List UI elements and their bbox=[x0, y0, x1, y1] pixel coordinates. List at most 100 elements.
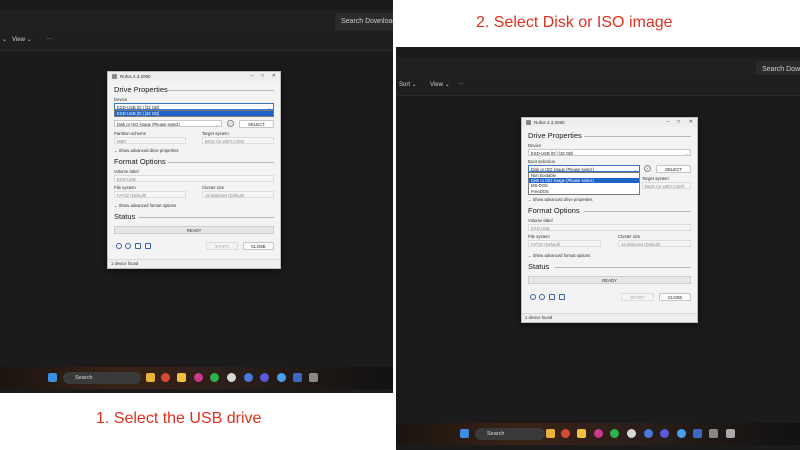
info-icon[interactable] bbox=[125, 243, 131, 249]
file-system-select[interactable]: FAT32 (Default) bbox=[528, 240, 601, 247]
boot-selection-label: Boot selection bbox=[528, 159, 555, 164]
app-icon[interactable] bbox=[260, 373, 269, 382]
toolbar-more-button[interactable]: ··· bbox=[46, 36, 52, 42]
toolbar-view-button[interactable]: View ⌄ bbox=[12, 36, 32, 43]
folder-icon[interactable] bbox=[177, 373, 186, 382]
log-icon[interactable] bbox=[145, 243, 151, 249]
select-button[interactable]: SELECT bbox=[239, 120, 274, 128]
file-system-select[interactable]: FAT32 (Default) bbox=[114, 191, 186, 198]
folder-icon[interactable] bbox=[577, 429, 586, 438]
log-icon[interactable] bbox=[559, 294, 565, 300]
file-explorer-icon[interactable] bbox=[546, 429, 555, 438]
show-advanced-format-toggle[interactable]: ⌄ Show advanced format options bbox=[114, 203, 176, 208]
verify-check-icon[interactable]: ✓ bbox=[644, 165, 651, 172]
chrome-icon[interactable] bbox=[561, 429, 570, 438]
app-icon[interactable] bbox=[644, 429, 653, 438]
target-system-select[interactable]: BIOS (or UEFI-CSM) bbox=[642, 182, 691, 189]
taskbar-search[interactable]: Search bbox=[475, 428, 545, 440]
device-select[interactable]: ESD-USB (D:) [32 GB] ⌄ bbox=[528, 149, 691, 156]
divider bbox=[554, 267, 691, 268]
explorer-toolbar: ⌄ View ⌄ ··· bbox=[0, 30, 393, 51]
app-icon[interactable] bbox=[660, 429, 669, 438]
volume-label-label: Volume label bbox=[114, 169, 139, 174]
boot-option[interactable]: FreeDOS bbox=[529, 189, 639, 194]
taskbar: Search bbox=[0, 367, 393, 389]
partition-scheme-select[interactable]: MBR bbox=[114, 137, 186, 144]
whatsapp-icon[interactable] bbox=[610, 429, 619, 438]
divider bbox=[168, 90, 274, 91]
close-icon[interactable]: ✕ bbox=[272, 73, 276, 79]
file-explorer-icon[interactable] bbox=[146, 373, 155, 382]
device-option[interactable]: ESD-USB (D:) [32 GB] bbox=[115, 111, 273, 117]
app-icon[interactable] bbox=[227, 373, 236, 382]
step2-caption: 2. Select Disk or ISO image bbox=[476, 14, 673, 31]
device-label: Device bbox=[114, 97, 128, 102]
chevron-down-icon: ⌄ bbox=[684, 151, 688, 156]
close-icon[interactable]: ✕ bbox=[689, 119, 693, 125]
cluster-size-label: Cluster size bbox=[618, 234, 641, 239]
close-button[interactable]: CLOSE bbox=[243, 242, 274, 250]
toolbar-more-button[interactable]: ··· bbox=[458, 81, 464, 87]
status-heading: Status bbox=[114, 212, 136, 221]
select-button[interactable]: SELECT bbox=[656, 165, 691, 173]
boot-selection-select[interactable]: Disk or ISO image (Please select) ⌄ bbox=[114, 120, 222, 127]
verify-check-icon[interactable]: ✓ bbox=[227, 120, 234, 127]
boot-dropdown-list[interactable]: Non bootable Disk or ISO image (Please s… bbox=[528, 172, 640, 195]
app-icon[interactable] bbox=[726, 429, 735, 438]
taskbar-search[interactable]: Search bbox=[63, 372, 141, 384]
cluster-size-select[interactable]: 16 kilobytes (Default) bbox=[202, 191, 274, 198]
chevron-down-icon: ⌄ bbox=[215, 122, 219, 127]
target-system-label: Target system bbox=[202, 131, 229, 136]
app-icon[interactable] bbox=[309, 373, 318, 382]
start-icon[interactable] bbox=[460, 429, 469, 438]
boot-selection-select[interactable]: Disk or ISO image (Please select) ⌄ bbox=[528, 165, 640, 172]
device-dropdown-list[interactable]: ESD-USB (D:) [32 GB] bbox=[114, 110, 274, 118]
status-bar: READY bbox=[528, 276, 691, 284]
app-icon[interactable] bbox=[194, 373, 203, 382]
start-icon[interactable] bbox=[48, 373, 57, 382]
right-screenshot: Search Downl Sort ⌄ View ⌄ ··· Rufus 4.3… bbox=[396, 47, 800, 450]
volume-label-input[interactable]: ESD-USB bbox=[114, 175, 274, 182]
close-button[interactable]: CLOSE bbox=[659, 293, 691, 301]
target-system-select[interactable]: BIOS (or UEFI-CSM) bbox=[202, 137, 274, 144]
start-button[interactable]: START bbox=[206, 242, 238, 250]
status-heading: Status bbox=[528, 262, 550, 271]
settings-icon[interactable] bbox=[549, 294, 555, 300]
whatsapp-icon[interactable] bbox=[210, 373, 219, 382]
device-select[interactable]: ESD-USB (D:) [32 GB] ⌄ bbox=[114, 103, 274, 110]
app-icon[interactable] bbox=[244, 373, 253, 382]
rufus-titlebar: Rufus 4.3.2090 – □ ✕ bbox=[522, 118, 697, 127]
divider bbox=[168, 162, 274, 163]
maximize-icon[interactable]: □ bbox=[677, 119, 680, 125]
minimize-icon[interactable]: – bbox=[250, 73, 253, 79]
status-bar: READY bbox=[114, 226, 274, 234]
show-advanced-format-toggle[interactable]: ⌄ Show advanced format options bbox=[528, 253, 590, 258]
explorer-search-input[interactable]: Search Downloads bbox=[335, 13, 393, 31]
usb-icon bbox=[526, 120, 531, 125]
rufus-window: Rufus 4.3.2090 – □ ✕ Drive Properties De… bbox=[521, 117, 698, 323]
app-icon[interactable] bbox=[677, 429, 686, 438]
globe-icon[interactable] bbox=[530, 294, 536, 300]
cluster-size-select[interactable]: 16 kilobytes (Default) bbox=[618, 240, 691, 247]
volume-label-input[interactable]: ESD-USB bbox=[528, 224, 691, 231]
minimize-icon[interactable]: – bbox=[666, 119, 669, 125]
maximize-icon[interactable]: □ bbox=[261, 73, 264, 79]
app-icon[interactable] bbox=[594, 429, 603, 438]
toolbar-dropdown[interactable]: ⌄ bbox=[2, 36, 7, 43]
show-advanced-drive-toggle[interactable]: ⌄ Show advanced drive properties bbox=[528, 197, 593, 202]
show-advanced-drive-toggle[interactable]: ⌄ Show advanced drive properties bbox=[114, 148, 179, 153]
toolbar-view-button[interactable]: View ⌄ bbox=[430, 81, 450, 88]
settings-icon[interactable] bbox=[135, 243, 141, 249]
app-icon[interactable] bbox=[709, 429, 718, 438]
app-icon[interactable] bbox=[293, 373, 302, 382]
start-button[interactable]: START bbox=[621, 293, 654, 301]
app-icon[interactable] bbox=[693, 429, 702, 438]
globe-icon[interactable] bbox=[116, 243, 122, 249]
info-icon[interactable] bbox=[539, 294, 545, 300]
chrome-icon[interactable] bbox=[161, 373, 170, 382]
app-icon[interactable] bbox=[277, 373, 286, 382]
toolbar-sort-button[interactable]: Sort ⌄ bbox=[399, 81, 417, 88]
rufus-title: Rufus 4.3.2090 bbox=[120, 73, 151, 79]
cluster-size-label: Cluster size bbox=[202, 185, 225, 190]
app-icon[interactable] bbox=[627, 429, 636, 438]
